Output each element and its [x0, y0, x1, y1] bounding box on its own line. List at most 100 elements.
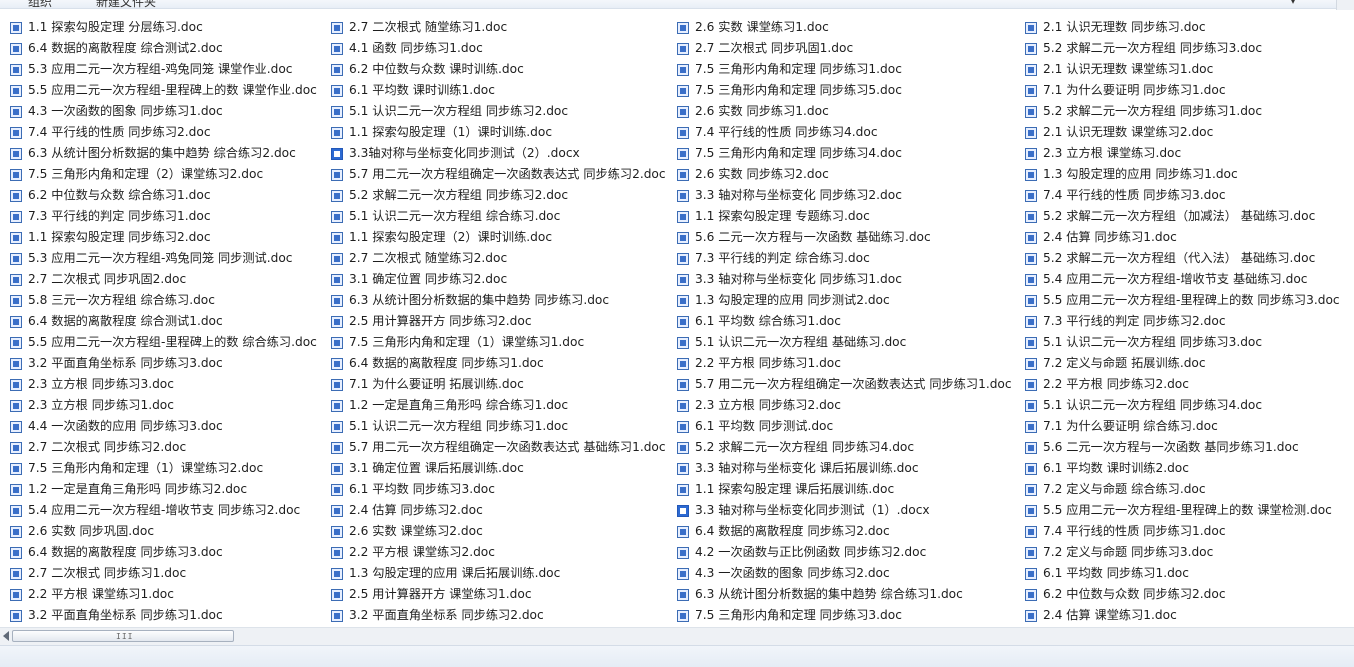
- file-item[interactable]: 2.7 二次根式 同步巩固2.doc: [10, 269, 330, 290]
- file-item[interactable]: 6.1 平均数 同步练习3.doc: [331, 479, 676, 500]
- file-item[interactable]: 2.6 实数 课堂练习2.doc: [331, 521, 676, 542]
- file-item[interactable]: 5.1 认识二元一次方程组 基础练习.doc: [677, 332, 1022, 353]
- file-item[interactable]: 2.2 平方根 同步练习2.doc: [1025, 374, 1354, 395]
- file-item[interactable]: 2.7 二次根式 随堂练习1.doc: [331, 17, 676, 38]
- file-item[interactable]: 3.3 轴对称与坐标变化 同步练习2.doc: [677, 185, 1022, 206]
- file-item[interactable]: 6.2 中位数与众数 综合练习1.doc: [10, 185, 330, 206]
- file-item[interactable]: 5.5 应用二元一次方程组-里程碑上的数 综合练习.doc: [10, 332, 330, 353]
- new-folder-button[interactable]: 新建文件夹: [96, 0, 156, 8]
- file-item[interactable]: 5.6 二元一次方程与一次函数 基础练习.doc: [677, 227, 1022, 248]
- file-item[interactable]: 1.1 探索勾股定理 分层练习.doc: [10, 17, 330, 38]
- vertical-scrollbar[interactable]: [1336, 0, 1354, 10]
- file-item[interactable]: 5.3 应用二元一次方程组-鸡兔同笼 同步测试.doc: [10, 248, 330, 269]
- file-item[interactable]: 2.6 实数 同步练习2.doc: [677, 164, 1022, 185]
- file-item[interactable]: 7.3 平行线的判定 综合练习.doc: [677, 248, 1022, 269]
- file-item[interactable]: 3.3 轴对称与坐标变化 课后拓展训练.doc: [677, 458, 1022, 479]
- file-item[interactable]: 2.7 二次根式 同步练习2.doc: [10, 437, 330, 458]
- file-item[interactable]: 2.1 认识无理数 课堂练习1.doc: [1025, 59, 1354, 80]
- horizontal-scrollbar[interactable]: III: [0, 627, 1354, 645]
- file-item[interactable]: 5.1 认识二元一次方程组 同步练习2.doc: [331, 101, 676, 122]
- file-item[interactable]: 5.4 应用二元一次方程组-增收节支 基础练习.doc: [1025, 269, 1354, 290]
- file-item[interactable]: 6.3 从统计图分析数据的集中趋势 综合练习1.doc: [677, 584, 1022, 605]
- file-item[interactable]: 5.2 求解二元一次方程组（加减法） 基础练习.doc: [1025, 206, 1354, 227]
- file-item[interactable]: 7.5 三角形内角和定理 同步练习1.doc: [677, 59, 1022, 80]
- file-item[interactable]: 4.4 一次函数的应用 同步练习3.doc: [10, 416, 330, 437]
- file-item[interactable]: 6.4 数据的离散程度 同步练习1.doc: [331, 353, 676, 374]
- file-item[interactable]: 1.3 勾股定理的应用 课后拓展训练.doc: [331, 563, 676, 584]
- file-item[interactable]: 2.3 立方根 同步练习3.doc: [10, 374, 330, 395]
- file-item[interactable]: 4.3 一次函数的图象 同步练习2.doc: [677, 563, 1022, 584]
- file-item[interactable]: 6.4 数据的离散程度 综合测试1.doc: [10, 311, 330, 332]
- file-item[interactable]: 7.2 定义与命题 综合练习.doc: [1025, 479, 1354, 500]
- file-item[interactable]: 5.3 应用二元一次方程组-鸡兔同笼 课堂作业.doc: [10, 59, 330, 80]
- file-item[interactable]: 7.3 平行线的判定 同步练习2.doc: [1025, 311, 1354, 332]
- file-item[interactable]: 3.2 平面直角坐标系 同步练习2.doc: [331, 605, 676, 626]
- file-item[interactable]: 2.1 认识无理数 课堂练习2.doc: [1025, 122, 1354, 143]
- file-item[interactable]: 7.5 三角形内角和定理 同步练习5.doc: [677, 80, 1022, 101]
- file-item[interactable]: 3.3轴对称与坐标变化同步测试（2）.docx: [331, 143, 676, 164]
- file-item[interactable]: 5.7 用二元一次方程组确定一次函数表达式 同步练习1.doc: [677, 374, 1022, 395]
- file-item[interactable]: 2.6 实数 课堂练习1.doc: [677, 17, 1022, 38]
- file-item[interactable]: 5.7 用二元一次方程组确定一次函数表达式 同步练习2.doc: [331, 164, 676, 185]
- file-item[interactable]: 1.1 探索勾股定理（1）课时训练.doc: [331, 122, 676, 143]
- file-item[interactable]: 7.2 定义与命题 同步练习3.doc: [1025, 542, 1354, 563]
- file-item[interactable]: 2.4 估算 课堂练习1.doc: [1025, 605, 1354, 626]
- file-item[interactable]: 2.5 用计算器开方 课堂练习1.doc: [331, 584, 676, 605]
- file-item[interactable]: 3.2 平面直角坐标系 同步练习3.doc: [10, 353, 330, 374]
- file-item[interactable]: 5.1 认识二元一次方程组 同步练习3.doc: [1025, 332, 1354, 353]
- file-item[interactable]: 2.4 估算 同步练习1.doc: [1025, 227, 1354, 248]
- file-item[interactable]: 7.1 为什么要证明 综合练习.doc: [1025, 416, 1354, 437]
- file-item[interactable]: 1.1 探索勾股定理 课后拓展训练.doc: [677, 479, 1022, 500]
- file-item[interactable]: 2.7 二次根式 同步练习1.doc: [10, 563, 330, 584]
- file-item[interactable]: 6.4 数据的离散程度 综合测试2.doc: [10, 38, 330, 59]
- file-item[interactable]: 1.3 勾股定理的应用 同步练习1.doc: [1025, 164, 1354, 185]
- file-item[interactable]: 5.1 认识二元一次方程组 同步练习4.doc: [1025, 395, 1354, 416]
- file-item[interactable]: 1.2 一定是直角三角形吗 同步练习2.doc: [10, 479, 330, 500]
- file-item[interactable]: 7.5 三角形内角和定理 同步练习3.doc: [677, 605, 1022, 626]
- file-item[interactable]: 3.3 轴对称与坐标变化同步测试（1）.docx: [677, 500, 1022, 521]
- file-item[interactable]: 6.1 平均数 课时训练1.doc: [331, 80, 676, 101]
- file-item[interactable]: 6.3 从统计图分析数据的集中趋势 同步练习.doc: [331, 290, 676, 311]
- file-item[interactable]: 7.1 为什么要证明 拓展训练.doc: [331, 374, 676, 395]
- file-item[interactable]: 6.4 数据的离散程度 同步练习2.doc: [677, 521, 1022, 542]
- file-item[interactable]: 7.4 平行线的性质 同步练习2.doc: [10, 122, 330, 143]
- file-item[interactable]: 1.1 探索勾股定理 同步练习2.doc: [10, 227, 330, 248]
- file-item[interactable]: 2.6 实数 同步巩固.doc: [10, 521, 330, 542]
- file-item[interactable]: 6.1 平均数 同步测试.doc: [677, 416, 1022, 437]
- file-item[interactable]: 5.7 用二元一次方程组确定一次函数表达式 基础练习1.doc: [331, 437, 676, 458]
- file-item[interactable]: 2.2 平方根 同步练习1.doc: [677, 353, 1022, 374]
- scrollbar-thumb[interactable]: III: [12, 630, 234, 642]
- file-item[interactable]: 1.3 勾股定理的应用 同步测试2.doc: [677, 290, 1022, 311]
- file-item[interactable]: 2.1 认识无理数 同步练习.doc: [1025, 17, 1354, 38]
- file-item[interactable]: 2.2 平方根 课堂练习2.doc: [331, 542, 676, 563]
- file-item[interactable]: 2.5 用计算器开方 同步练习2.doc: [331, 311, 676, 332]
- file-item[interactable]: 3.1 确定位置 课后拓展训练.doc: [331, 458, 676, 479]
- file-item[interactable]: 2.2 平方根 课堂练习1.doc: [10, 584, 330, 605]
- file-item[interactable]: 1.2 一定是直角三角形吗 综合练习1.doc: [331, 395, 676, 416]
- file-item[interactable]: 5.5 应用二元一次方程组-里程碑上的数 同步练习3.doc: [1025, 290, 1354, 311]
- file-item[interactable]: 5.1 认识二元一次方程组 综合练习.doc: [331, 206, 676, 227]
- file-item[interactable]: 7.4 平行线的性质 同步练习1.doc: [1025, 521, 1354, 542]
- scroll-left-arrow-icon[interactable]: [3, 631, 9, 641]
- file-item[interactable]: 5.2 求解二元一次方程组 同步练习4.doc: [677, 437, 1022, 458]
- file-item[interactable]: 6.3 从统计图分析数据的集中趋势 综合练习2.doc: [10, 143, 330, 164]
- organize-menu[interactable]: 组织: [28, 0, 52, 8]
- file-item[interactable]: 2.6 实数 同步练习1.doc: [677, 101, 1022, 122]
- file-item[interactable]: 5.5 应用二元一次方程组-里程碑上的数 课堂作业.doc: [10, 80, 330, 101]
- file-item[interactable]: 1.1 探索勾股定理（2）课时训练.doc: [331, 227, 676, 248]
- file-item[interactable]: 5.2 求解二元一次方程组 同步练习3.doc: [1025, 38, 1354, 59]
- file-item[interactable]: 5.2 求解二元一次方程组（代入法） 基础练习.doc: [1025, 248, 1354, 269]
- file-item[interactable]: 5.4 应用二元一次方程组-增收节支 同步练习2.doc: [10, 500, 330, 521]
- file-item[interactable]: 7.3 平行线的判定 同步练习1.doc: [10, 206, 330, 227]
- file-item[interactable]: 7.2 定义与命题 拓展训练.doc: [1025, 353, 1354, 374]
- file-item[interactable]: 6.2 中位数与众数 同步练习2.doc: [1025, 584, 1354, 605]
- file-item[interactable]: 6.4 数据的离散程度 同步练习3.doc: [10, 542, 330, 563]
- file-item[interactable]: 2.3 立方根 课堂练习.doc: [1025, 143, 1354, 164]
- file-item[interactable]: 2.7 二次根式 同步巩固1.doc: [677, 38, 1022, 59]
- file-item[interactable]: 7.5 三角形内角和定理（2）课堂练习2.doc: [10, 164, 330, 185]
- file-item[interactable]: 4.2 一次函数与正比例函数 同步练习2.doc: [677, 542, 1022, 563]
- view-dropdown-arrow[interactable]: ▾: [1290, 0, 1296, 7]
- file-item[interactable]: 7.5 三角形内角和定理（1）课堂练习2.doc: [10, 458, 330, 479]
- file-item[interactable]: 6.1 平均数 综合练习1.doc: [677, 311, 1022, 332]
- file-item[interactable]: 6.1 平均数 同步练习1.doc: [1025, 563, 1354, 584]
